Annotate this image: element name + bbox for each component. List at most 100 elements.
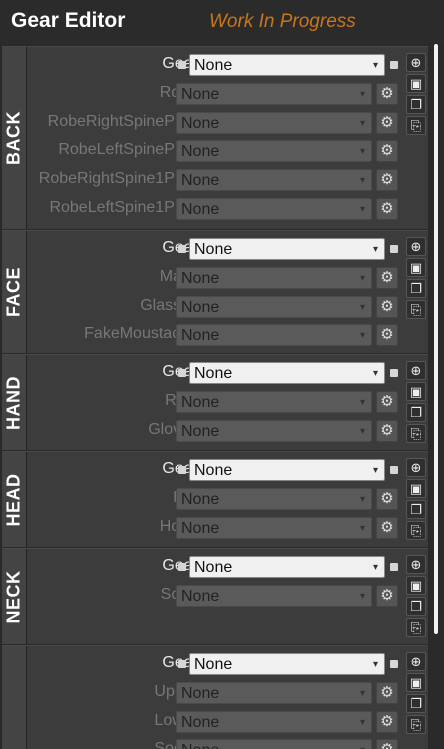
gear-icon: ⚙	[380, 200, 394, 217]
paste-button[interactable]: ⎘	[406, 300, 426, 319]
section-tab[interactable]: HAND	[2, 355, 27, 450]
copy-button[interactable]: ❐	[406, 279, 426, 298]
gear-checkbox[interactable]	[178, 563, 186, 571]
gear-dropdown[interactable]: None ▾	[189, 556, 385, 578]
gear-toggle-checkbox[interactable]	[390, 466, 398, 474]
slot-settings-button[interactable]: ⚙	[376, 419, 398, 442]
save-button[interactable]: ▣	[406, 576, 426, 595]
gear-dropdown[interactable]: None ▾	[189, 459, 385, 481]
section-tab[interactable]	[2, 646, 27, 749]
paste-button[interactable]: ⎘	[406, 424, 426, 443]
slot-rows: GearNone▾HatNone▾⚙HoodNone▾⚙	[26, 452, 404, 547]
slot-dropdown[interactable]: None ▾	[176, 266, 372, 289]
gear-checkbox[interactable]	[178, 369, 186, 377]
section-hand: HANDGearNone▾RingNone▾⚙GlovesNone▾⚙⊕▣❐⎘	[2, 354, 428, 450]
gear-toggle-checkbox[interactable]	[390, 245, 398, 253]
gear-toggle-checkbox[interactable]	[390, 660, 398, 668]
copy-button[interactable]: ❐	[406, 403, 426, 422]
gear-icon: ⚙	[380, 142, 394, 160]
slot-settings-button[interactable]: ⚙	[376, 487, 398, 510]
save-button[interactable]: ▣	[406, 74, 426, 93]
slot-settings-button[interactable]: ⚙	[376, 739, 398, 749]
add-button[interactable]: ⊕	[406, 652, 426, 671]
gear-icon: ⚙	[380, 326, 394, 344]
slot-dropdown[interactable]: None ▾	[176, 710, 372, 733]
gear-checkbox[interactable]	[178, 660, 186, 668]
add-button[interactable]: ⊕	[406, 555, 426, 574]
save-button[interactable]: ▣	[406, 673, 426, 692]
slot-dropdown[interactable]: None ▾	[176, 487, 372, 510]
save-button[interactable]: ▣	[406, 258, 426, 277]
paste-button[interactable]: ⎘	[406, 715, 426, 734]
gear-toggle-checkbox[interactable]	[390, 61, 398, 69]
paste-button[interactable]: ⎘	[406, 618, 426, 637]
slot-rows: GearNone▾UpperNone▾⚙LowerNone▾⚙SocksNone…	[26, 646, 404, 749]
slot-dropdown[interactable]: None ▾	[176, 295, 372, 318]
slot-dropdown[interactable]: None ▾	[176, 169, 372, 192]
slot-dropdown[interactable]: None ▾	[176, 681, 372, 704]
slot-dropdown[interactable]: None ▾	[176, 198, 372, 220]
slot-dropdown[interactable]: None ▾	[176, 739, 372, 749]
gear-checkbox[interactable]	[178, 61, 186, 69]
slot-settings-button[interactable]: ⚙	[376, 390, 398, 413]
gear-dropdown-value: None	[194, 656, 233, 673]
slot-settings-button[interactable]: ⚙	[376, 324, 398, 347]
section-tab[interactable]: BACK	[2, 47, 27, 229]
add-button[interactable]: ⊕	[406, 53, 426, 72]
window-header: Gear Editor Work In Progress	[0, 0, 444, 44]
gear-toggle-checkbox[interactable]	[390, 369, 398, 377]
gear-icon: ⚙	[380, 392, 394, 410]
slot-dropdown[interactable]: None ▾	[176, 111, 372, 134]
save-button[interactable]: ▣	[406, 382, 426, 401]
slot-settings-button[interactable]: ⚙	[376, 140, 398, 163]
gear-dropdown[interactable]: None ▾	[189, 362, 385, 384]
copy-button[interactable]: ❐	[406, 694, 426, 713]
slot-dropdown[interactable]: None ▾	[176, 390, 372, 413]
slot-dropdown[interactable]: None ▾	[176, 584, 372, 607]
paste-button[interactable]: ⎘	[406, 521, 426, 540]
gear-checkbox[interactable]	[178, 466, 186, 474]
chevron-down-icon: ▾	[372, 60, 378, 71]
paste-icon: ⎘	[410, 620, 422, 635]
scrollbar-thumb[interactable]	[434, 44, 438, 634]
slot-row: ScarfNone▾⚙	[26, 582, 404, 610]
copy-button[interactable]: ❐	[406, 95, 426, 114]
slot-dropdown[interactable]: None ▾	[176, 324, 372, 347]
gear-dropdown[interactable]: None ▾	[189, 653, 385, 675]
scrollbar[interactable]	[433, 44, 439, 744]
add-button[interactable]: ⊕	[406, 361, 426, 380]
slot-settings-button[interactable]: ⚙	[376, 111, 398, 134]
slot-settings-button[interactable]: ⚙	[376, 295, 398, 318]
add-icon: ⊕	[410, 363, 422, 378]
paste-button[interactable]: ⎘	[406, 116, 426, 135]
slot-settings-button[interactable]: ⚙	[376, 584, 398, 607]
gear-dropdown-value: None	[194, 559, 233, 576]
gear-dropdown[interactable]: None ▾	[189, 238, 385, 260]
slot-settings-button[interactable]: ⚙	[376, 169, 398, 192]
slot-settings-button[interactable]: ⚙	[376, 710, 398, 733]
gear-dropdown-value: None	[194, 365, 233, 382]
add-button[interactable]: ⊕	[406, 458, 426, 477]
slot-dropdown[interactable]: None ▾	[176, 516, 372, 539]
gear-toggle-checkbox[interactable]	[390, 563, 398, 571]
section-tab[interactable]: FACE	[2, 231, 27, 353]
add-icon: ⊕	[410, 55, 422, 70]
section-tab[interactable]: NECK	[2, 549, 27, 644]
slot-dropdown[interactable]: None ▾	[176, 140, 372, 163]
add-button[interactable]: ⊕	[406, 237, 426, 256]
slot-settings-button[interactable]: ⚙	[376, 82, 398, 105]
save-button[interactable]: ▣	[406, 479, 426, 498]
slot-dropdown[interactable]: None ▾	[176, 82, 372, 105]
copy-icon: ❐	[410, 405, 422, 420]
slot-dropdown-value: None	[181, 422, 220, 440]
slot-settings-button[interactable]: ⚙	[376, 198, 398, 220]
slot-settings-button[interactable]: ⚙	[376, 266, 398, 289]
section-tab[interactable]: HEAD	[2, 452, 27, 547]
gear-checkbox[interactable]	[178, 245, 186, 253]
slot-settings-button[interactable]: ⚙	[376, 681, 398, 704]
gear-dropdown[interactable]: None ▾	[189, 54, 385, 76]
copy-button[interactable]: ❐	[406, 597, 426, 616]
slot-settings-button[interactable]: ⚙	[376, 516, 398, 539]
slot-dropdown[interactable]: None ▾	[176, 419, 372, 442]
copy-button[interactable]: ❐	[406, 500, 426, 519]
